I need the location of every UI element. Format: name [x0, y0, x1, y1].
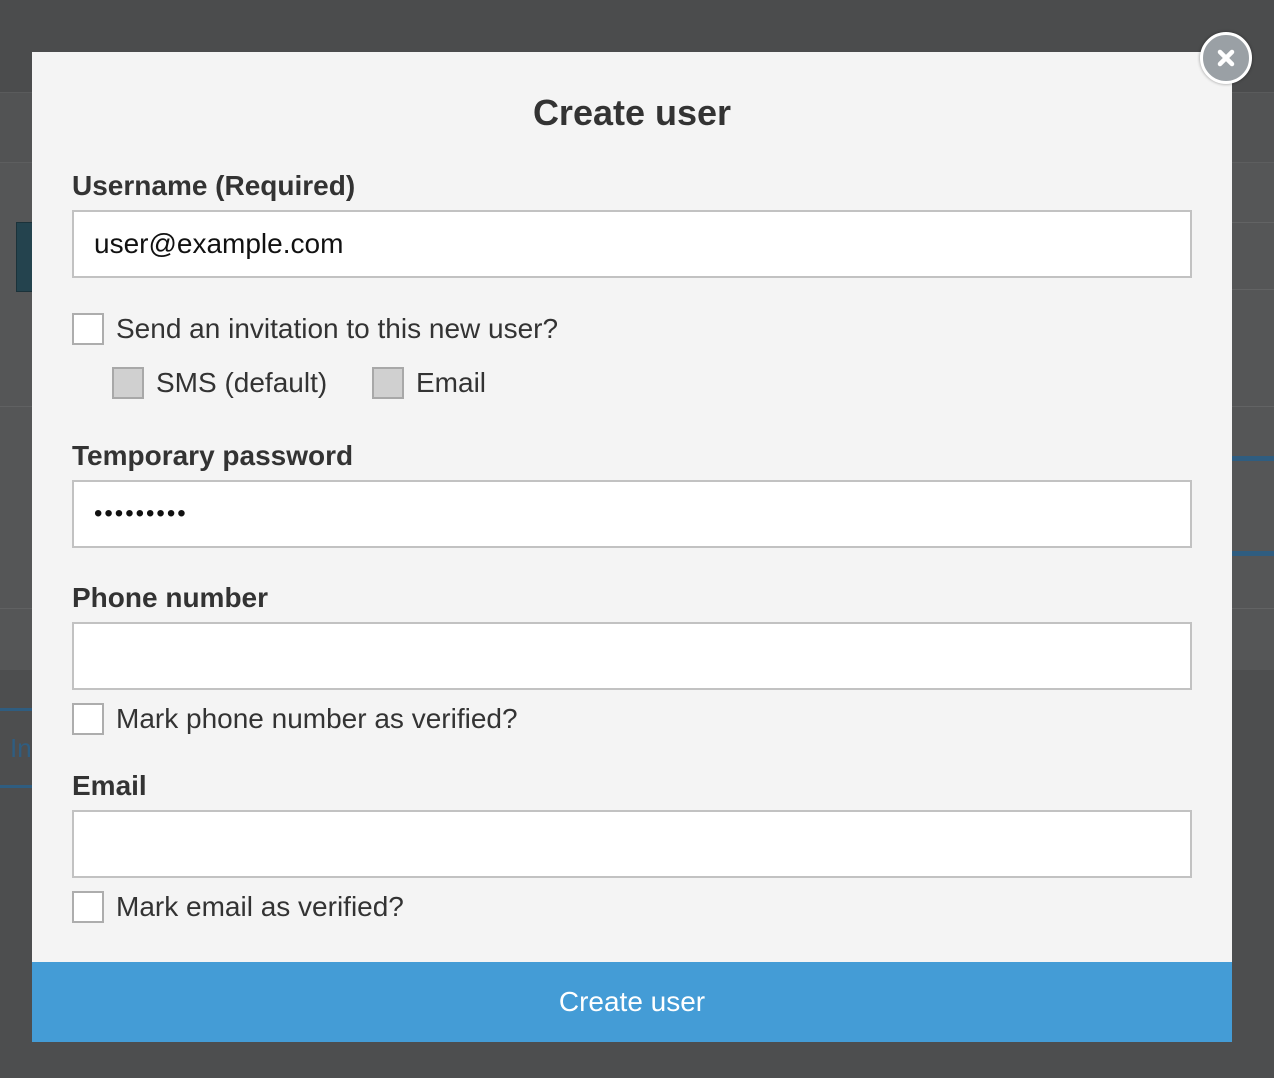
invite-email-label: Email: [416, 367, 487, 398]
create-user-button[interactable]: Create user: [32, 962, 1232, 1042]
verify-email-label: Mark email as verified?: [116, 891, 404, 922]
invite-sms-option[interactable]: SMS (default): [112, 366, 327, 400]
verify-phone-row[interactable]: Mark phone number as verified?: [72, 702, 518, 736]
send-invitation-label: Send an invitation to this new user?: [116, 313, 559, 344]
verify-email-checkbox[interactable]: [72, 891, 104, 923]
username-label: Username (Required): [72, 170, 356, 201]
invite-sms-checkbox[interactable]: [112, 367, 144, 399]
email-input[interactable]: [72, 810, 1192, 878]
temporary-password-input[interactable]: [72, 480, 1192, 548]
dialog-title: Create user: [532, 92, 732, 133]
email-label: Email: [72, 770, 147, 801]
close-button[interactable]: [1200, 32, 1252, 84]
phone-number-input[interactable]: [72, 622, 1192, 690]
invite-email-option[interactable]: Email: [372, 366, 486, 400]
background-panel: [1232, 222, 1274, 290]
background-selected-row: [1232, 456, 1274, 556]
send-invitation-checkbox[interactable]: [72, 313, 104, 345]
close-icon: [1217, 49, 1235, 67]
phone-number-label: Phone number: [72, 582, 269, 613]
invite-sms-label: SMS (default): [156, 367, 328, 398]
temporary-password-label: Temporary password: [72, 440, 354, 471]
background-tab-label: In: [10, 733, 32, 763]
create-user-dialog: Create user Username (Required) Send an …: [32, 52, 1232, 1042]
background-divider: [1232, 406, 1274, 407]
send-invitation-row[interactable]: Send an invitation to this new user?: [72, 312, 558, 346]
invite-email-checkbox[interactable]: [372, 367, 404, 399]
background-divider: [1232, 608, 1274, 609]
verify-phone-label: Mark phone number as verified?: [116, 703, 518, 734]
username-input[interactable]: [72, 210, 1192, 278]
verify-email-row[interactable]: Mark email as verified?: [72, 890, 404, 924]
verify-phone-checkbox[interactable]: [72, 703, 104, 735]
